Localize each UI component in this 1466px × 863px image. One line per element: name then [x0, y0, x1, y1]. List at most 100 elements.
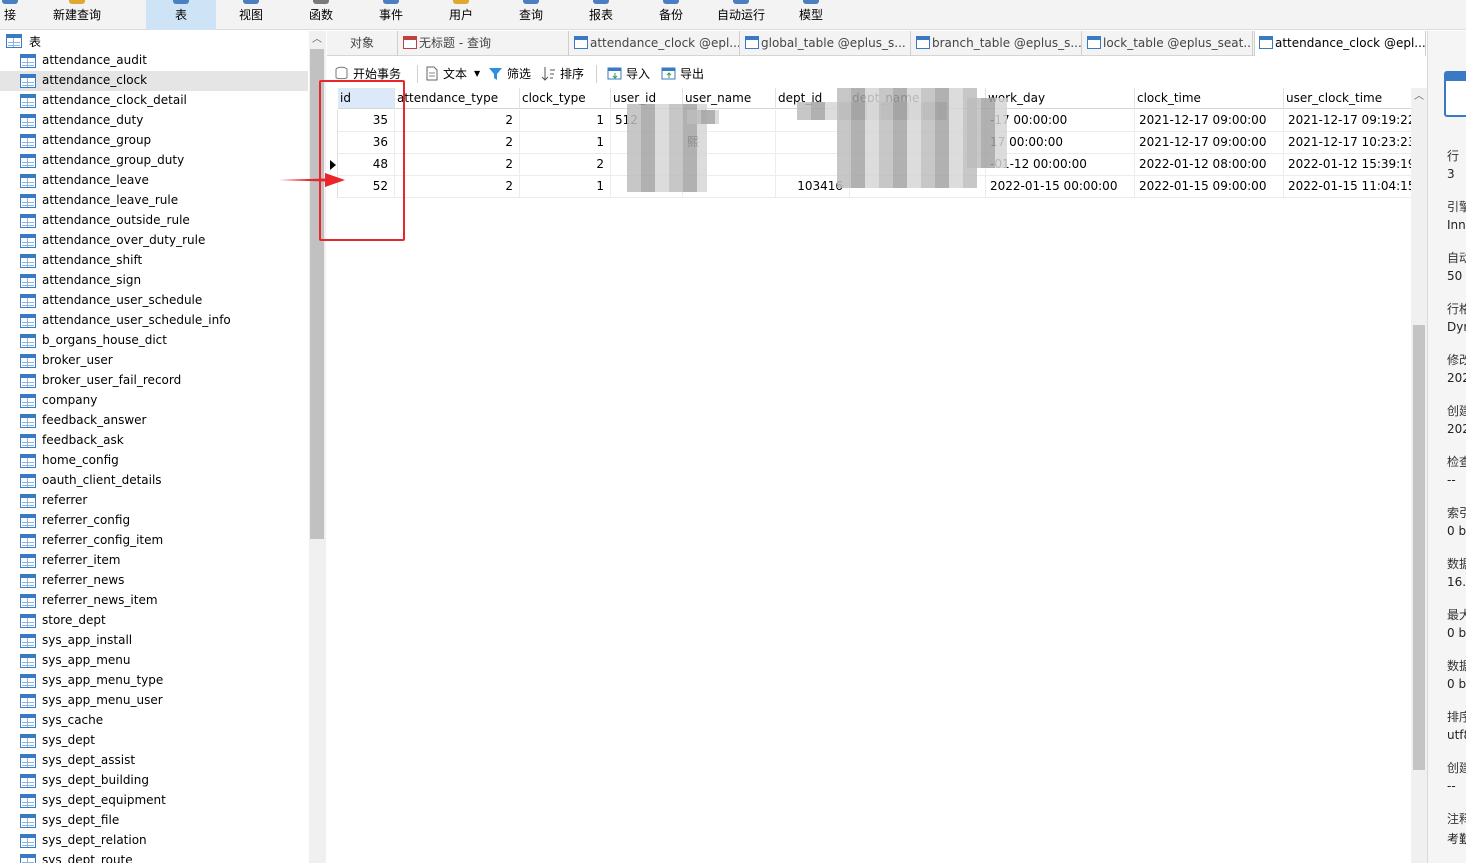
sidebar-table-item[interactable]: feedback_ask: [0, 431, 308, 451]
toolbar-automation-button[interactable]: 自动运行: [711, 0, 771, 30]
sidebar-table-item[interactable]: referrer_news: [0, 571, 308, 591]
dropdown-arrow-icon[interactable]: ▼: [474, 62, 480, 86]
sidebar-table-item[interactable]: attendance_outside_rule: [0, 211, 308, 231]
tab-branch-table[interactable]: branch_table @eplus_s...: [912, 31, 1082, 56]
sidebar-table-item[interactable]: attendance_user_schedule: [0, 291, 308, 311]
info-label: 索引: [1447, 506, 1466, 520]
column-header[interactable]: attendance_type: [395, 88, 520, 109]
toolbar-view-button[interactable]: 视图: [226, 0, 276, 30]
toolbar-event-button[interactable]: 事件: [366, 0, 416, 30]
info-value: 202: [1447, 422, 1466, 436]
toolbar-report-button[interactable]: 报表: [576, 0, 626, 30]
table-cell[interactable]: 2: [395, 110, 520, 132]
column-header[interactable]: work_day: [986, 88, 1135, 109]
sidebar-table-item[interactable]: broker_user_fail_record: [0, 371, 308, 391]
sidebar-table-item[interactable]: home_config: [0, 451, 308, 471]
tab-untitled-query[interactable]: 无标题 - 查询: [399, 31, 569, 56]
sidebar-table-item[interactable]: sys_dept_assist: [0, 751, 308, 771]
sidebar-table-item[interactable]: feedback_answer: [0, 411, 308, 431]
column-header[interactable]: clock_time: [1135, 88, 1284, 109]
sidebar-table-item[interactable]: sys_dept_building: [0, 771, 308, 791]
table-cell[interactable]: 2022-01-15 00:00:00: [986, 176, 1135, 198]
toolbar-function-button[interactable]: 函数: [296, 0, 346, 30]
grid-scroll-thumb[interactable]: [1413, 325, 1425, 770]
column-header[interactable]: clock_type: [520, 88, 611, 109]
sidebar-table-item[interactable]: attendance_audit: [0, 51, 308, 71]
sidebar-table-item[interactable]: attendance_group: [0, 131, 308, 151]
scroll-up-icon[interactable]: ︿: [1411, 89, 1427, 105]
sidebar-table-item[interactable]: store_dept: [0, 611, 308, 631]
sidebar-table-item[interactable]: referrer_item: [0, 551, 308, 571]
table-cell[interactable]: 2021-12-17 09:00:00: [1135, 110, 1284, 132]
filter-button[interactable]: 筛选: [488, 62, 536, 86]
toolbar-table-button[interactable]: 表: [146, 0, 216, 30]
table-cell[interactable]: 2: [520, 154, 611, 176]
sidebar-table-item[interactable]: referrer_config: [0, 511, 308, 531]
toolbar-backup-button[interactable]: 备份: [646, 0, 696, 30]
sidebar-table-item[interactable]: attendance_leave_rule: [0, 191, 308, 211]
sidebar-table-item[interactable]: referrer_config_item: [0, 531, 308, 551]
toolbar-connection-button[interactable]: 接: [0, 0, 20, 30]
sidebar-table-label: attendance_shift: [42, 253, 143, 267]
sidebar-table-item[interactable]: sys_app_menu_user: [0, 691, 308, 711]
sort-button[interactable]: 排序: [541, 62, 589, 86]
table-cell[interactable]: -01-12 00:00:00: [986, 154, 1135, 176]
sidebar-table-item[interactable]: broker_user: [0, 351, 308, 371]
sidebar-table-item[interactable]: sys_app_install: [0, 631, 308, 651]
table-cell[interactable]: 2: [395, 132, 520, 154]
sidebar-table-item[interactable]: sys_dept_equipment: [0, 791, 308, 811]
export-button[interactable]: 导出: [661, 62, 709, 86]
table-cell[interactable]: -17 00:00:00: [986, 110, 1135, 132]
table-cell[interactable]: 2021-12-17 09:00:00: [1135, 132, 1284, 154]
sidebar-table-item[interactable]: sys_dept: [0, 731, 308, 751]
info-value: 202: [1447, 371, 1466, 385]
table-cell[interactable]: 1: [520, 110, 611, 132]
text-view-button[interactable]: 文本 ▼: [424, 62, 484, 86]
toolbar-model-button[interactable]: 模型: [786, 0, 836, 30]
tab-attendance-clock[interactable]: attendance_clock @epl...: [570, 31, 740, 56]
table-cell[interactable]: 17 00:00:00: [986, 132, 1135, 154]
grid-scrollbar[interactable]: ︿: [1411, 88, 1427, 863]
sidebar-table-item[interactable]: sys_dept_file: [0, 811, 308, 831]
sidebar-table-item[interactable]: sys_dept_relation: [0, 831, 308, 851]
tree-root-tables[interactable]: 表: [0, 31, 310, 51]
sidebar-table-item[interactable]: attendance_over_duty_rule: [0, 231, 308, 251]
column-header[interactable]: user_clock_time: [1284, 88, 1422, 109]
sidebar-table-item[interactable]: attendance_group_duty: [0, 151, 308, 171]
table-cell[interactable]: 2: [395, 154, 520, 176]
table-cell[interactable]: 2022-01-12 15:39:19: [1284, 154, 1422, 176]
table-cell[interactable]: 2022-01-12 08:00:00: [1135, 154, 1284, 176]
toolbar-user-button[interactable]: 用户: [436, 0, 486, 30]
toolbar-query-button[interactable]: 查询: [506, 0, 556, 30]
tab-objects[interactable]: 对象: [327, 31, 398, 56]
sidebar-table-item[interactable]: sys_app_menu_type: [0, 671, 308, 691]
scroll-up-icon[interactable]: ︿: [309, 32, 325, 48]
sidebar-table-item[interactable]: company: [0, 391, 308, 411]
sidebar-table-item[interactable]: attendance_shift: [0, 251, 308, 271]
sidebar-table-item[interactable]: oauth_client_details: [0, 471, 308, 491]
table-cell[interactable]: 2022-01-15 09:00:00: [1135, 176, 1284, 198]
table-cell[interactable]: 2021-12-17 10:23:23: [1284, 132, 1422, 154]
table-cell[interactable]: 2: [395, 176, 520, 198]
table-cell[interactable]: 1: [520, 176, 611, 198]
sidebar-table-item[interactable]: sys_dept_route: [0, 851, 308, 863]
table-cell[interactable]: 2021-12-17 09:19:22: [1284, 110, 1422, 132]
table-cell[interactable]: 2022-01-15 11:04:15: [1284, 176, 1422, 198]
tab-global-table[interactable]: global_table @eplus_s...: [741, 31, 911, 56]
sidebar-table-item[interactable]: attendance_clock: [0, 71, 308, 91]
sidebar-table-item[interactable]: b_organs_house_dict: [0, 331, 308, 351]
sidebar-table-item[interactable]: referrer_news_item: [0, 591, 308, 611]
sidebar-table-item[interactable]: sys_cache: [0, 711, 308, 731]
sidebar-table-item[interactable]: attendance_user_schedule_info: [0, 311, 308, 331]
sidebar-table-item[interactable]: attendance_leave: [0, 171, 308, 191]
tab-attendance-clock-active[interactable]: attendance_clock @epl...: [1254, 31, 1426, 56]
sidebar-table-item[interactable]: attendance_clock_detail: [0, 91, 308, 111]
import-button[interactable]: 导入: [607, 62, 655, 86]
tab-lock-table[interactable]: lock_table @eplus_seat...: [1083, 31, 1253, 56]
toolbar-new-query-button[interactable]: 新建查询: [44, 0, 110, 30]
sidebar-table-item[interactable]: referrer: [0, 491, 308, 511]
sidebar-table-item[interactable]: attendance_duty: [0, 111, 308, 131]
sidebar-table-item[interactable]: attendance_sign: [0, 271, 308, 291]
sidebar-table-item[interactable]: sys_app_menu: [0, 651, 308, 671]
table-cell[interactable]: 1: [520, 132, 611, 154]
